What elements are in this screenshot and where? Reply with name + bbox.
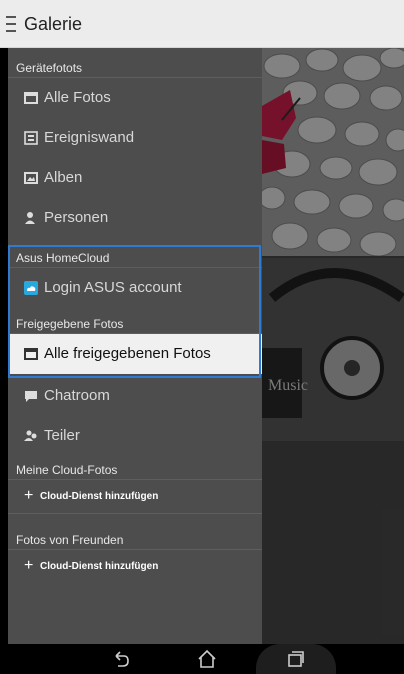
add-cloud-service-label: Cloud-Dienst hinzufügen: [40, 491, 159, 502]
drawer-item-label: Alle Fotos: [44, 89, 111, 106]
section-title: Fotos von Freunden: [16, 533, 124, 547]
drawer-item-label: Ereigniswand: [44, 129, 135, 146]
photo-icon: [24, 92, 38, 104]
drawer-item-teiler[interactable]: Teiler: [8, 416, 262, 456]
person-icon: [25, 212, 35, 224]
drawer-item-chatroom[interactable]: Chatroom: [8, 376, 262, 416]
highlight-box: [8, 245, 261, 378]
drawer-item-alben[interactable]: Alben: [8, 158, 262, 198]
recent-apps-icon[interactable]: [284, 648, 306, 670]
chat-icon: [25, 391, 37, 402]
section-header-my-cloud-photos: Meine Cloud-Fotos: [8, 458, 262, 480]
plus-icon: +: [24, 487, 34, 504]
drawer-item-label: Chatroom: [44, 387, 110, 404]
gallery-screen: Music Galerie Gerätefotots Alle Fotos Er…: [0, 0, 404, 674]
drawer-item-label: Alben: [44, 169, 83, 186]
section-header-friends-photos: Fotos von Freunden: [8, 528, 262, 550]
drawer-scrim[interactable]: [262, 48, 404, 644]
drawer-item-personen[interactable]: Personen: [8, 198, 262, 238]
system-nav-bar: [0, 644, 404, 674]
app-title: Galerie: [24, 14, 83, 34]
event-wall-icon: [24, 131, 38, 145]
back-icon[interactable]: [110, 648, 132, 670]
add-cloud-service-button[interactable]: + Cloud-Dienst hinzufügen: [8, 550, 262, 584]
hamburger-icon[interactable]: [6, 16, 16, 32]
add-cloud-service-label: Cloud-Dienst hinzufügen: [40, 561, 159, 572]
plus-icon: +: [24, 557, 34, 574]
people-icon: [24, 430, 37, 441]
drawer-item-label: Personen: [44, 209, 109, 226]
section-header-device-photos: Gerätefotots: [8, 56, 262, 78]
app-bar: Galerie: [0, 0, 404, 48]
album-icon: [24, 172, 38, 184]
drawer-item-label: Teiler: [44, 427, 80, 444]
home-icon[interactable]: [196, 648, 218, 670]
drawer-item-alle-fotos[interactable]: Alle Fotos: [8, 78, 262, 118]
add-cloud-service-button[interactable]: + Cloud-Dienst hinzufügen: [8, 480, 262, 514]
drawer-item-ereigniswand[interactable]: Ereigniswand: [8, 118, 262, 158]
section-title: Gerätefotots: [16, 61, 83, 75]
section-title: Meine Cloud-Fotos: [16, 463, 118, 477]
